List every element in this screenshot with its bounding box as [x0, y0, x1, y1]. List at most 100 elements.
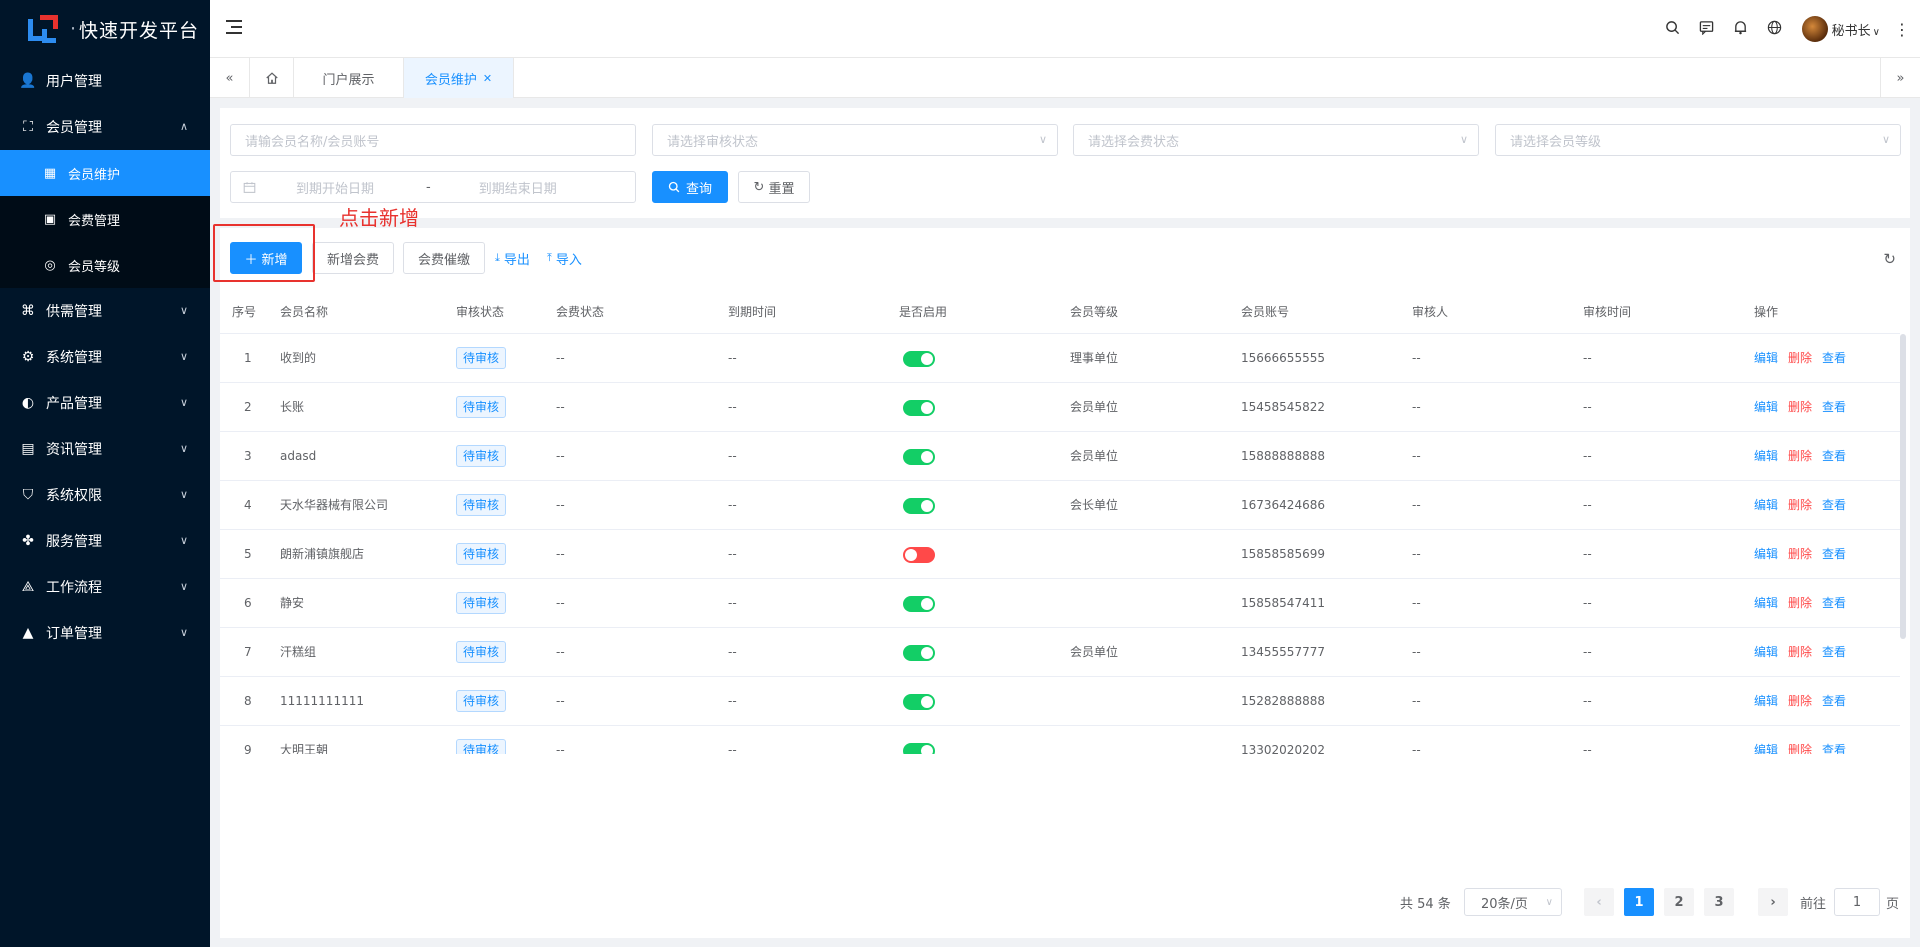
next-page-button[interactable]: ›	[1758, 888, 1788, 916]
import-button[interactable]: ⤒ 导入	[547, 242, 582, 274]
cell-auditor: --	[1412, 351, 1421, 365]
sidebar-item-9[interactable]: ▲ 订单管理 ∨	[0, 610, 210, 656]
view-link[interactable]: 查看	[1822, 743, 1846, 754]
enabled-toggle[interactable]	[903, 546, 935, 563]
sidebar-item-1[interactable]: ⛶ 会员管理 ∧	[0, 104, 210, 150]
view-link[interactable]: 查看	[1822, 596, 1846, 610]
edit-link[interactable]: 编辑	[1754, 449, 1778, 463]
sidebar-item-5[interactable]: ▤ 资讯管理 ∨	[0, 426, 210, 472]
collapse-menu-icon[interactable]	[226, 20, 242, 36]
search-icon[interactable]	[1656, 20, 1690, 39]
end-date-input[interactable]: 到期结束日期	[479, 178, 557, 197]
delete-link[interactable]: 删除	[1788, 645, 1812, 659]
edit-link[interactable]: 编辑	[1754, 596, 1778, 610]
tab-portal[interactable]: 门户展示	[294, 58, 404, 98]
page-button-3[interactable]: 3	[1704, 888, 1734, 916]
search-button[interactable]: 查询	[652, 171, 728, 203]
sidebar-subitem-1-1[interactable]: ▣ 会费管理	[0, 196, 210, 242]
page-button-1[interactable]: 1	[1624, 888, 1654, 916]
enabled-toggle[interactable]	[903, 497, 935, 514]
member-name-input[interactable]: 请输会员名称/会员账号	[230, 124, 636, 156]
edit-link[interactable]: 编辑	[1754, 743, 1778, 754]
avatar[interactable]	[1801, 16, 1828, 42]
page-button-2[interactable]: 2	[1664, 888, 1694, 916]
delete-link[interactable]: 删除	[1788, 498, 1812, 512]
tabs-scroll-left-icon[interactable]: «	[210, 58, 250, 98]
goto-page-input[interactable]: 1	[1834, 888, 1880, 916]
audit-status-select[interactable]: 请选择审核状态 ∨	[652, 124, 1058, 156]
edit-link[interactable]: 编辑	[1754, 498, 1778, 512]
edit-link[interactable]: 编辑	[1754, 547, 1778, 561]
edit-link[interactable]: 编辑	[1754, 400, 1778, 414]
top-header: 秘书长 ∨ ⋮	[210, 0, 1920, 58]
enabled-toggle[interactable]	[903, 448, 935, 465]
view-link[interactable]: 查看	[1822, 645, 1846, 659]
close-icon[interactable]: ✕	[483, 72, 492, 85]
edit-link[interactable]: 编辑	[1754, 645, 1778, 659]
cell-no: 2	[244, 400, 252, 414]
sidebar-item-0[interactable]: 👤 用户管理	[0, 58, 210, 104]
delete-link[interactable]: 删除	[1788, 743, 1812, 754]
user-menu[interactable]: 秘书长 ∨	[1832, 20, 1880, 39]
home-tab[interactable]	[250, 58, 294, 98]
date-range-picker[interactable]: 到期开始日期 - 到期结束日期	[230, 171, 636, 203]
refresh-icon[interactable]: ↻	[1883, 250, 1896, 268]
view-link[interactable]: 查看	[1822, 498, 1846, 512]
delete-link[interactable]: 删除	[1788, 400, 1812, 414]
edit-link[interactable]: 编辑	[1754, 694, 1778, 708]
app-logo[interactable]: · 快速开发平台	[0, 0, 210, 58]
cell-account: 15458545822	[1241, 400, 1325, 414]
sidebar-subitem-1-0[interactable]: ▦ 会员维护	[0, 150, 210, 196]
delete-link[interactable]: 删除	[1788, 694, 1812, 708]
view-link[interactable]: 查看	[1822, 694, 1846, 708]
goto-suffix: 页	[1886, 896, 1900, 912]
tab-member-maintain[interactable]: 会员维护 ✕	[404, 58, 514, 98]
sidebar-item-7[interactable]: ✤ 服务管理 ∨	[0, 518, 210, 564]
delete-link[interactable]: 删除	[1788, 547, 1812, 561]
sidebar-subitem-1-2[interactable]: ◎ 会员等级	[0, 242, 210, 288]
table-scrollbar[interactable]	[1900, 334, 1906, 639]
export-button[interactable]: ⤓ 导出	[495, 242, 530, 274]
cell-fee-status: --	[556, 547, 565, 561]
view-link[interactable]: 查看	[1822, 547, 1846, 561]
sidebar-item-4[interactable]: ◐ 产品管理 ∨	[0, 380, 210, 426]
prev-page-button[interactable]: ‹	[1584, 888, 1614, 916]
reset-button[interactable]: ↻ 重置	[738, 171, 810, 203]
delete-link[interactable]: 删除	[1788, 449, 1812, 463]
enabled-toggle[interactable]	[903, 693, 935, 710]
enabled-toggle[interactable]	[903, 399, 935, 416]
view-link[interactable]: 查看	[1822, 400, 1846, 414]
header-col-auditor: 审核人	[1412, 305, 1449, 319]
sidebar-item-6[interactable]: ⛉ 系统权限 ∨	[0, 472, 210, 518]
delete-link[interactable]: 删除	[1788, 351, 1812, 365]
enabled-toggle[interactable]	[903, 644, 935, 661]
table-row: 8 11111111111 待审核 -- -- 15282888888 -- -- 编辑 删除 查看	[220, 677, 1900, 726]
sidebar-item-3[interactable]: ⚙ 系统管理 ∨	[0, 334, 210, 380]
enabled-toggle[interactable]	[903, 742, 935, 754]
edit-link[interactable]: 编辑	[1754, 351, 1778, 365]
fee-remind-button[interactable]: 会费催缴	[403, 242, 485, 274]
cell-no: 4	[244, 498, 252, 512]
start-date-input[interactable]: 到期开始日期	[296, 178, 414, 197]
sidebar-item-label: 供需管理	[46, 304, 102, 320]
enabled-toggle[interactable]	[903, 595, 935, 612]
page-size-select[interactable]: 20条/页 ∨	[1464, 888, 1562, 916]
member-level-select[interactable]: 请选择会员等级 ∨	[1495, 124, 1901, 156]
tabs-scroll-right-icon[interactable]: »	[1880, 58, 1920, 98]
enabled-toggle[interactable]	[903, 350, 935, 367]
bell-icon[interactable]	[1724, 20, 1758, 39]
member-icon: ⛶	[23, 119, 33, 135]
table-row: 6 静安 待审核 -- -- 15858547411 -- -- 编辑 删除 查看	[220, 579, 1900, 628]
audit-status-badge: 待审核	[456, 739, 507, 754]
delete-link[interactable]: 删除	[1788, 596, 1812, 610]
view-link[interactable]: 查看	[1822, 351, 1846, 365]
globe-icon[interactable]	[1758, 20, 1792, 39]
sidebar-item-8[interactable]: ⟁ 工作流程 ∨	[0, 564, 210, 610]
sidebar-item-2[interactable]: ⌘ 供需管理 ∨	[0, 288, 210, 334]
view-link[interactable]: 查看	[1822, 449, 1846, 463]
message-icon[interactable]	[1690, 20, 1724, 39]
more-vertical-icon[interactable]: ⋮	[1894, 20, 1910, 39]
fee-status-select[interactable]: 请选择会费状态 ∨	[1073, 124, 1479, 156]
cell-auditor: --	[1412, 498, 1421, 512]
add-fee-button[interactable]: 新增会费	[312, 242, 394, 274]
